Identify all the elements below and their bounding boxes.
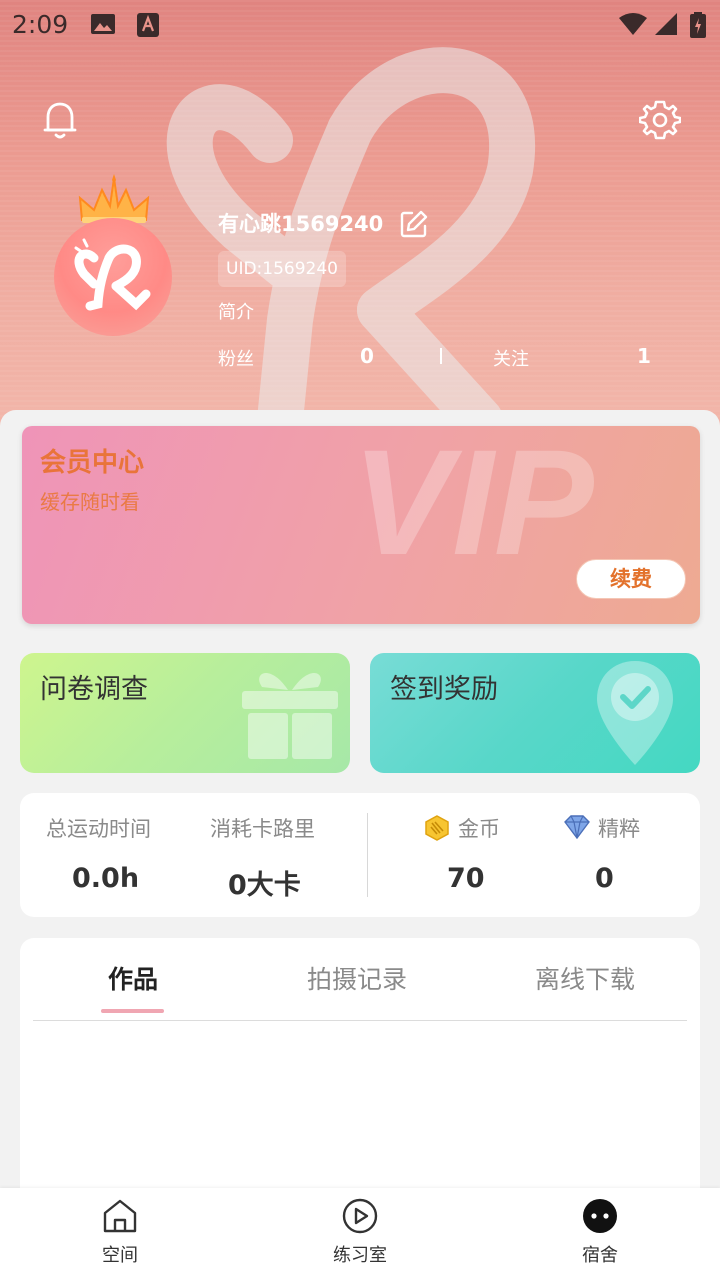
followers-label[interactable]: 粉丝 [218,345,254,371]
bell-icon [43,102,77,139]
nav-item-space[interactable]: 空间 [60,1188,180,1280]
cellular-signal-icon [655,13,677,35]
heart-logo-avatar-icon [74,238,151,311]
nav-item-dorm[interactable]: 宿舍 [540,1188,660,1280]
checkin-reward-card[interactable]: 签到奖励 [370,653,700,773]
coins-value[interactable]: 70 [447,863,485,894]
dorm-face-icon [583,1199,617,1233]
content-tabs-card: 作品 拍摄记录 离线下载 [20,938,700,1198]
nav-label-practice-room: 练习室 [333,1245,387,1266]
avatar[interactable] [54,218,172,336]
nav-label-space: 空间 [102,1245,138,1266]
home-icon [103,1199,137,1233]
bottom-navigation: 空间 练习室 宿舍 [0,1188,720,1280]
tab-offline-downloads[interactable]: 离线下载 [535,960,635,996]
coins-label: 金币 [458,817,500,841]
active-tab-indicator [101,1009,164,1013]
essence-value[interactable]: 0 [595,863,614,894]
location-check-icon [597,661,673,765]
vip-watermark: VIP [352,426,595,566]
profile-intro[interactable]: 简介 [218,298,254,324]
survey-title: 问卷调查 [40,674,148,705]
tab-divider [33,1020,687,1021]
vip-subtitle: 缓存随时看 [40,490,140,514]
essence-label: 精粹 [598,817,640,841]
following-label[interactable]: 关注 [493,345,529,371]
renew-button[interactable]: 续费 [576,559,686,599]
gem-icon [564,815,590,839]
play-circle-icon [342,1198,378,1234]
gift-icon [242,673,338,759]
avatar-container[interactable] [50,170,176,340]
following-count[interactable]: 1 [637,344,651,368]
username: 有心跳1569240 [218,212,384,236]
notification-bell-button[interactable] [35,95,85,145]
calories-value: 0大卡 [228,870,301,901]
total-exercise-label: 总运动时间 [46,817,151,841]
status-bar: 2:09 [0,0,720,50]
stat-divider [440,348,442,364]
tab-works[interactable]: 作品 [108,960,158,996]
image-notification-icon [91,14,115,34]
stats-divider [367,813,368,897]
checkin-title: 签到奖励 [390,674,498,705]
vip-center-card[interactable]: VIP 会员中心 缓存随时看 续费 [22,426,700,624]
nav-item-practice-room[interactable]: 练习室 [300,1188,420,1280]
uid-badge: UID:1569240 [218,251,346,287]
stats-card: 总运动时间 0.0h 消耗卡路里 0大卡 金币 70 精粹 0 [20,793,700,917]
gear-icon [639,100,681,140]
nav-label-dorm: 宿舍 [582,1245,618,1266]
vip-title: 会员中心 [40,448,145,478]
edit-profile-icon[interactable] [400,210,428,238]
app-notification-icon [137,13,159,37]
calories-label: 消耗卡路里 [210,817,315,841]
followers-count[interactable]: 0 [360,344,374,368]
svg-text:VIP: VIP [352,426,595,566]
survey-card[interactable]: 问卷调查 [20,653,350,773]
total-exercise-value: 0.0h [72,863,140,894]
coin-icon [425,815,449,841]
battery-charging-icon [690,12,706,38]
settings-button[interactable] [635,95,685,145]
tab-shooting-records[interactable]: 拍摄记录 [307,960,407,996]
status-time: 2:09 [12,10,69,39]
wifi-icon [619,13,647,35]
